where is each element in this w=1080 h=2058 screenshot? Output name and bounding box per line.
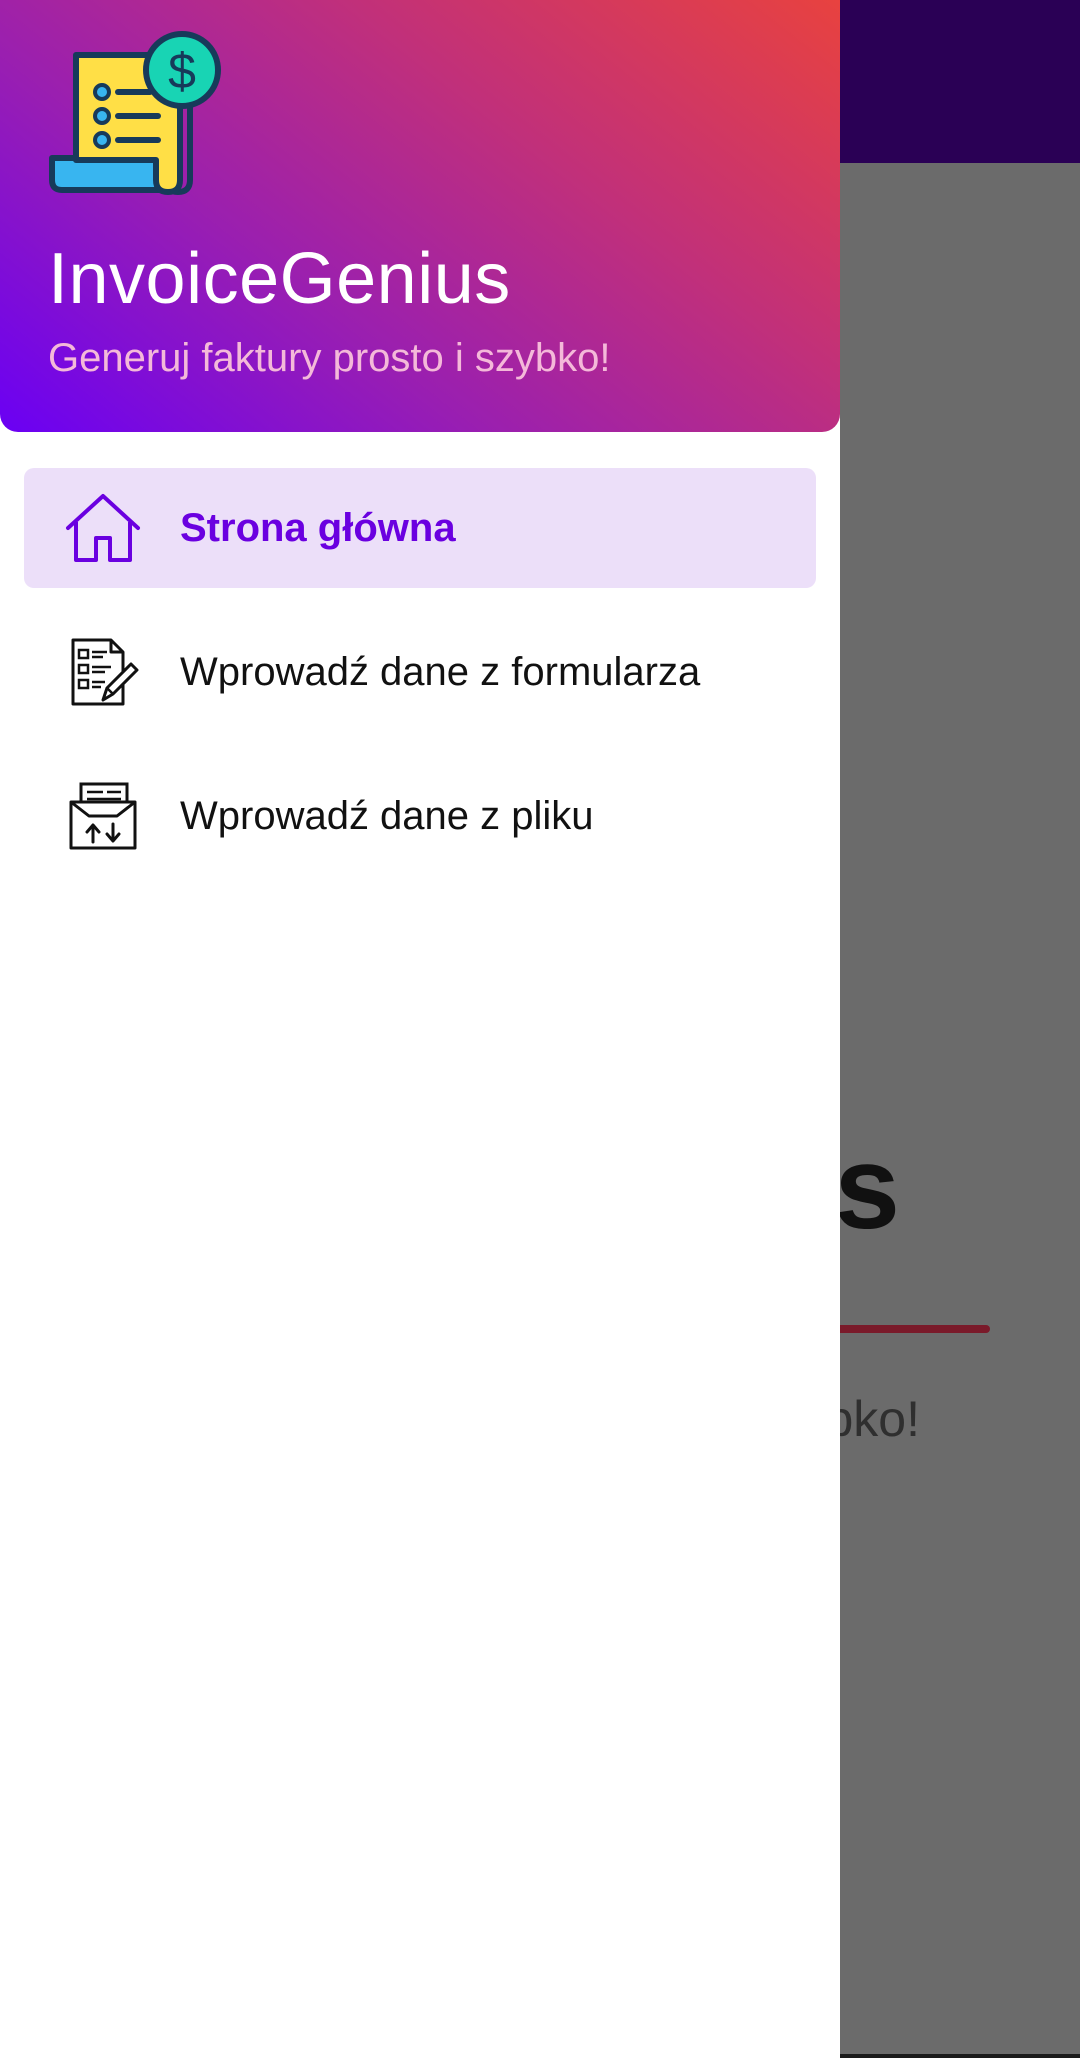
- drawer-menu: Strona główna Wprowadź dane z formularza…: [0, 468, 840, 876]
- menu-item-label: Strona główna: [180, 505, 456, 550]
- menu-item-file-input[interactable]: Wprowadź dane z pliku: [24, 756, 816, 876]
- file-upload-download-icon: [64, 777, 142, 855]
- menu-item-label: Wprowadź dane z formularza: [180, 649, 701, 694]
- drawer-header: $ InvoiceGenius Generuj faktury prosto i…: [0, 0, 840, 432]
- svg-text:$: $: [168, 43, 196, 99]
- navigation-drawer: $ InvoiceGenius Generuj faktury prosto i…: [0, 0, 840, 2058]
- home-icon: [64, 489, 142, 567]
- form-edit-icon: [64, 633, 142, 711]
- app-name: InvoiceGenius: [48, 239, 511, 319]
- menu-item-label: Wprowadź dane z pliku: [180, 793, 594, 838]
- menu-item-home[interactable]: Strona główna: [24, 468, 816, 588]
- invoice-dollar-icon: $: [46, 30, 226, 200]
- screen: us bko!: [0, 0, 1080, 2058]
- app-tagline: Generuj faktury prosto i szybko!: [48, 336, 611, 380]
- menu-item-form-input[interactable]: Wprowadź dane z formularza: [24, 612, 816, 732]
